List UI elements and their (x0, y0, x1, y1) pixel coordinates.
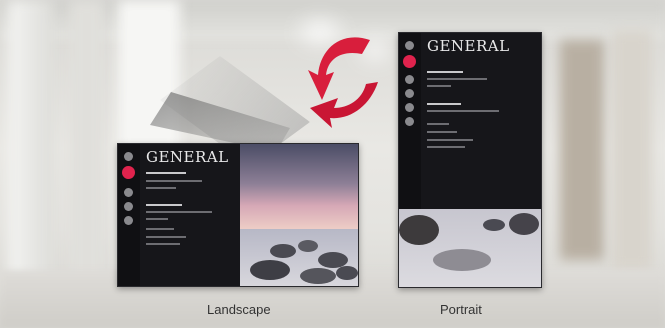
settings-menu: GENERAL (140, 144, 240, 286)
general-icon (122, 166, 135, 179)
general-icon (403, 55, 416, 68)
beach-wallpaper (399, 209, 541, 287)
landscape-monitor: GENERAL (117, 143, 359, 287)
beach-wallpaper (240, 144, 358, 286)
settings-menu: GENERAL (421, 33, 541, 209)
menu-icon-bar (118, 144, 140, 286)
rotate-arrow-icon (308, 37, 378, 128)
portrait-caption: Portrait (440, 302, 482, 317)
menu-title: GENERAL (146, 148, 229, 166)
portrait-monitor: GENERAL (398, 32, 542, 288)
menu-title: GENERAL (427, 37, 510, 55)
landscape-caption: Landscape (207, 302, 271, 317)
